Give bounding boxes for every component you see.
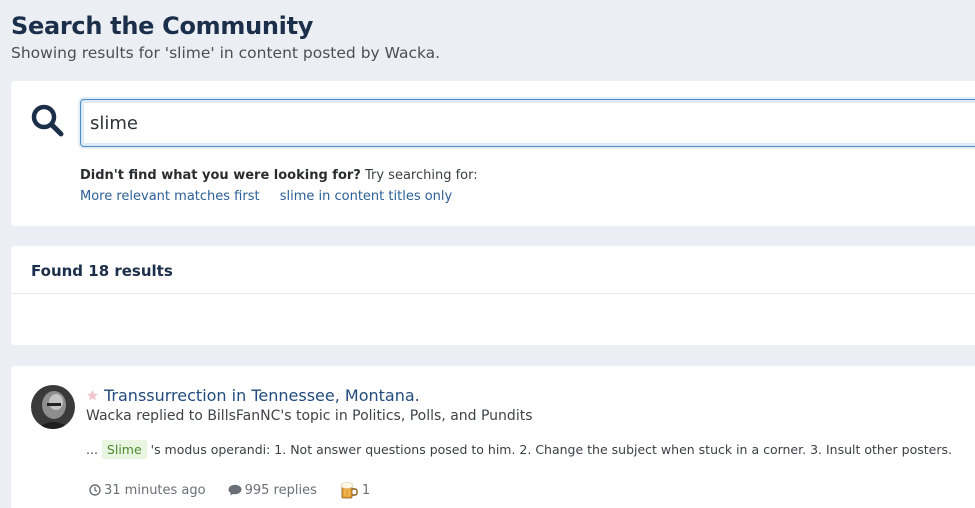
- search-help-text: Didn't find what you were looking for? T…: [80, 168, 478, 183]
- result-title-link[interactable]: Transsurrection in Tennessee, Montana.: [104, 386, 420, 405]
- result-snippet: ... Slime 's modus operandi: 1. Not answ…: [86, 440, 952, 459]
- beer-icon: [340, 482, 358, 499]
- suggestion-titles-only[interactable]: slime in content titles only: [280, 189, 453, 204]
- result-meta: Wacka replied to BillsFanNC's topic in P…: [86, 408, 533, 424]
- time-stat: 31 minutes ago: [89, 483, 206, 498]
- comment-icon: [228, 484, 242, 496]
- replied-to-text: replied to: [131, 408, 208, 424]
- reaction-stat[interactable]: 1: [339, 481, 370, 499]
- search-icon[interactable]: [30, 103, 66, 139]
- author-link[interactable]: Wacka: [86, 408, 132, 424]
- star-icon: [86, 389, 99, 402]
- search-help-bold: Didn't find what you were looking for?: [80, 168, 361, 183]
- search-panel: Didn't find what you were looking for? T…: [11, 81, 975, 226]
- search-term-highlight: Slime: [101, 440, 147, 459]
- snippet-text: 's modus operandi: 1. Not answer questio…: [146, 442, 952, 457]
- avatar[interactable]: [31, 385, 75, 429]
- search-suggestions: More relevant matches first slime in con…: [80, 189, 468, 204]
- clock-icon: [89, 484, 101, 496]
- forum-link[interactable]: Politics, Polls, and Pundits: [352, 408, 532, 424]
- time-text[interactable]: 31 minutes ago: [104, 483, 206, 498]
- page-subtitle: Showing results for 'slime' in content p…: [11, 44, 441, 62]
- reaction-count: 1: [361, 482, 371, 498]
- replies-stat: 995 replies: [228, 483, 317, 498]
- search-input[interactable]: [80, 99, 975, 147]
- result-stats: 31 minutes ago 995 replies 1: [89, 481, 392, 499]
- page-title: Search the Community: [11, 12, 314, 40]
- suggestion-relevant-first[interactable]: More relevant matches first: [80, 189, 260, 204]
- result-item: Transsurrection in Tennessee, Montana. W…: [11, 366, 975, 508]
- search-help-rest: Try searching for:: [360, 168, 478, 183]
- results-count: Found 18 results: [11, 246, 975, 294]
- replies-text: 995 replies: [244, 482, 317, 498]
- results-summary: Found 18 results: [11, 246, 975, 345]
- topic-in-text: 's topic in: [280, 408, 353, 424]
- topic-owner-link[interactable]: BillsFanNC: [207, 408, 280, 424]
- page-header: Search the Community Showing results for…: [11, 12, 440, 62]
- snippet-prefix: ...: [86, 442, 102, 457]
